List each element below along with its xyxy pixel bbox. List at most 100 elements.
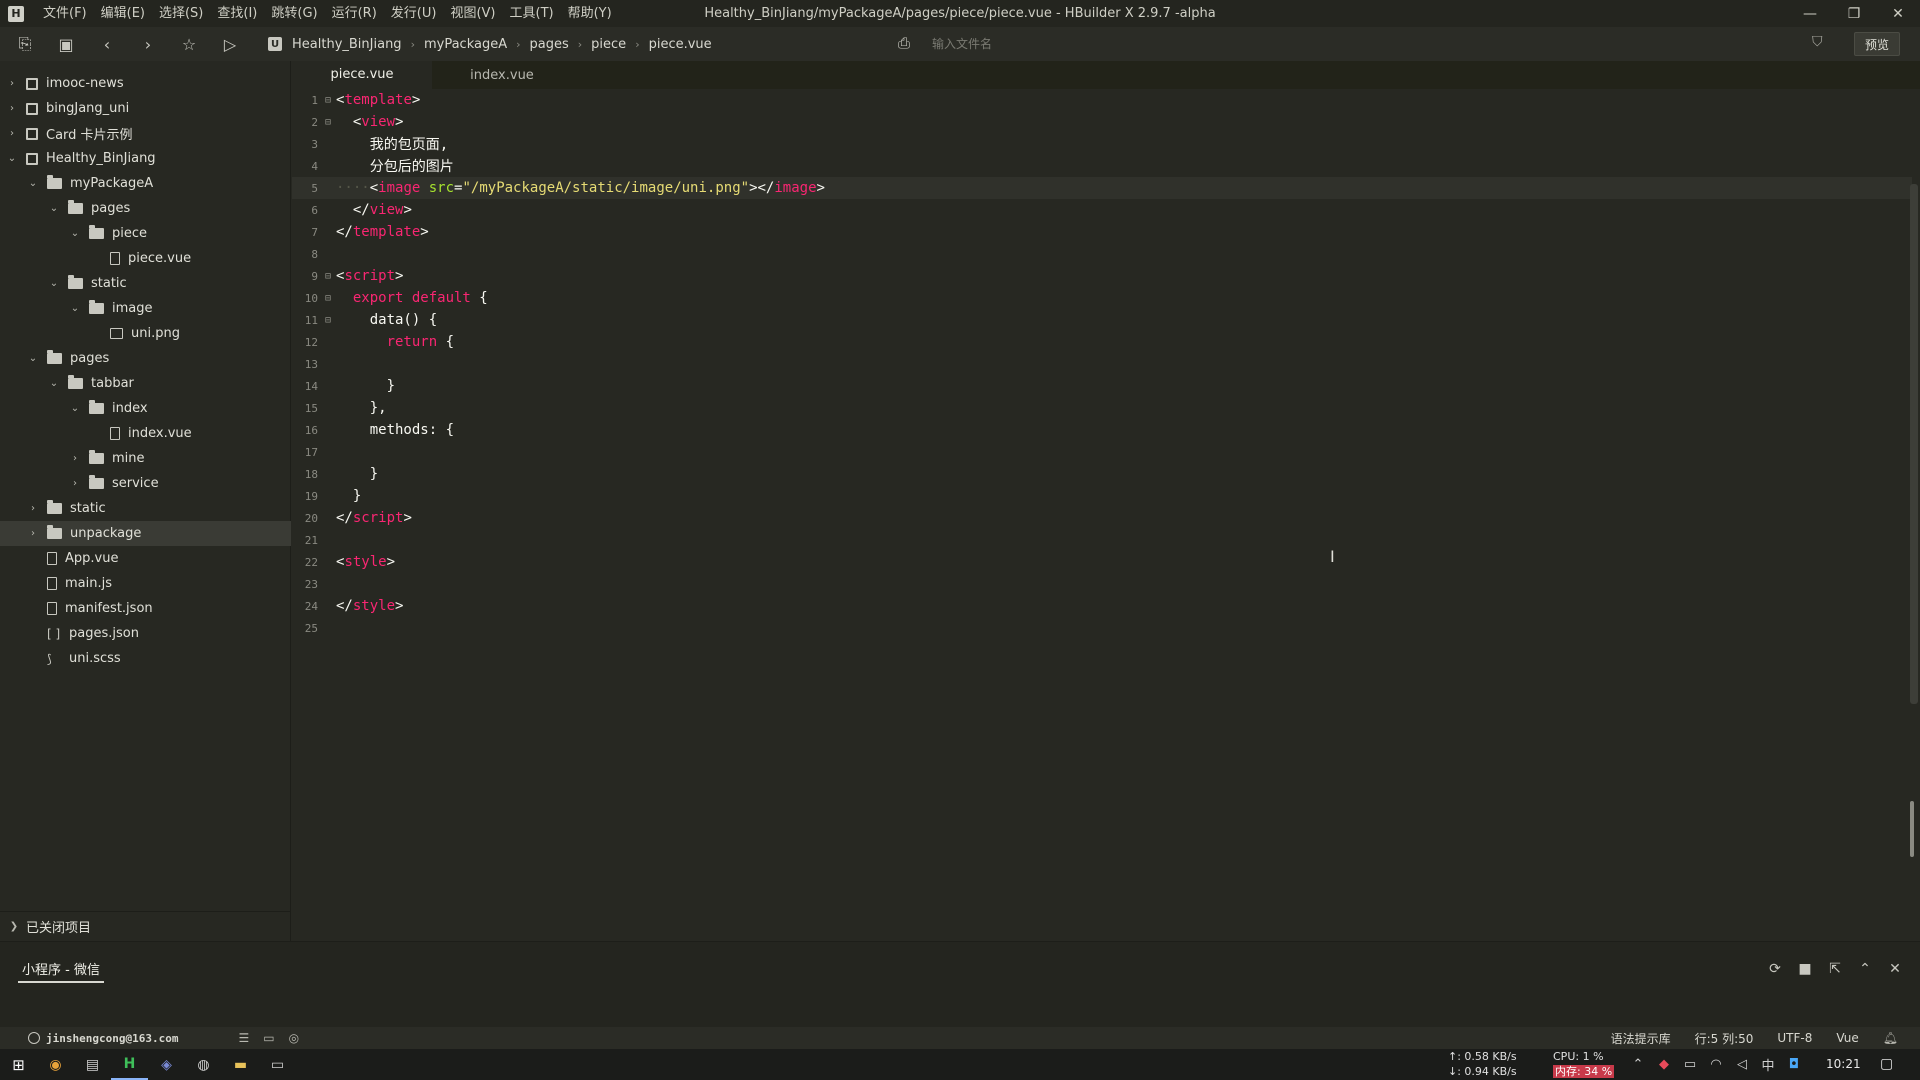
windows-start-icon[interactable]: ⊞ [0,1049,37,1080]
run-icon[interactable]: ▷ [214,30,246,58]
chevron-up-icon[interactable]: ⌃ [1625,1057,1651,1072]
minimize-button[interactable]: — [1788,0,1832,27]
chevron-right-icon[interactable]: › [6,103,18,114]
code-line[interactable]: 16 methods: { [292,419,1912,441]
menu-item[interactable]: 选择(S) [152,0,210,27]
new-file-icon[interactable]: ⎘ [9,30,41,58]
menu-item[interactable]: 跳转(G) [264,0,324,27]
ime-indicator[interactable]: 中 [1755,1055,1781,1074]
filter-icon[interactable]: ⛉ [1812,34,1823,50]
chevron-right-icon[interactable]: › [6,128,18,139]
back-icon[interactable]: ‹ [91,30,123,58]
chevron-down-icon[interactable]: ⌄ [69,403,81,414]
globe-icon[interactable]: ◎ [289,1031,299,1045]
app-tray-icon[interactable]: ◆ [1651,1057,1677,1072]
chevron-down-icon[interactable]: ⌄ [48,278,60,289]
file-search-input[interactable] [932,33,1232,55]
volume-icon[interactable]: ◁ [1729,1057,1755,1072]
code-line[interactable]: 5 ····<image src="/myPackageA/static/imag… [292,177,1912,199]
menu-item[interactable]: 工具(T) [503,0,561,27]
tree-item[interactable]: ⌄ myPackageA [0,171,291,196]
fold-toggle-icon[interactable]: ⊟ [320,293,336,304]
tree-item[interactable]: ⌄ piece [0,221,291,246]
editor-scrollbar[interactable] [1910,184,1918,704]
tree-item[interactable]: uni.png [0,321,291,346]
menu-item[interactable]: 帮助(Y) [561,0,619,27]
file-search-icon[interactable]: ⎙ [898,34,910,52]
code-line[interactable]: 4 分包后的图片 [292,155,1912,177]
menu-item[interactable]: 查找(I) [210,0,264,27]
screen-icon[interactable]: ▭ [259,1049,296,1080]
breadcrumb-item[interactable]: piece [591,37,626,52]
tree-item[interactable]: index.vue [0,421,291,446]
tree-item[interactable]: ⌄ pages [0,346,291,371]
tree-item[interactable]: main.js [0,571,291,596]
notification-icon[interactable]: ▢ [1880,1056,1893,1072]
code-line[interactable]: 14 } [292,375,1912,397]
tree-item[interactable]: ⌄ static [0,271,291,296]
qq-icon[interactable]: ◘ [1781,1057,1807,1072]
code-line[interactable]: 10 ⊟ export default { [292,287,1912,309]
code-line[interactable]: 7 </template> [292,221,1912,243]
language-selector[interactable]: Vue [1836,1031,1858,1045]
code-line[interactable]: 23 [292,573,1912,595]
tree-item[interactable]: manifest.json [0,596,291,621]
code-line[interactable]: 2 ⊟ <view> [292,111,1912,133]
code-line[interactable]: 19 } [292,485,1912,507]
account-icon[interactable] [28,1032,40,1044]
code-line[interactable]: 21 [292,529,1912,551]
chevron-down-icon[interactable]: ⌄ [69,228,81,239]
chrome-icon[interactable]: ◉ [37,1049,74,1080]
battery-icon[interactable]: ▭ [1677,1057,1703,1072]
chevron-right-icon[interactable]: › [69,453,81,464]
menu-item[interactable]: 文件(F) [36,0,94,27]
wechat-icon[interactable]: ◍ [185,1049,222,1080]
tree-item[interactable]: › unpackage [0,521,291,546]
tree-item[interactable]: › service [0,471,291,496]
chevron-up-icon[interactable]: ⌃ [1850,961,1880,977]
preview-button[interactable]: 预览 [1854,32,1900,56]
code-line[interactable]: 24 </style> [292,595,1912,617]
breadcrumb-item[interactable]: Healthy_BinJiang [292,37,402,52]
code-line[interactable]: 25 [292,617,1912,639]
clock[interactable]: 10:21 [1826,1049,1861,1080]
code-editor[interactable]: 1 ⊟ <template> 2 ⊟ <view> 3 我的包页面, 4 分包后的图片 5 ··… [292,89,1920,941]
bell-icon[interactable]: 🔔︎ [1883,1031,1898,1045]
chevron-down-icon[interactable]: ⌄ [48,378,60,389]
menu-item[interactable]: 编辑(E) [94,0,152,27]
fold-toggle-icon[interactable]: ⊟ [320,95,336,106]
hbuilder-task-icon[interactable]: H [111,1049,148,1080]
code-line[interactable]: 6 </view> [292,199,1912,221]
editor-tab[interactable]: index.vue [432,61,572,89]
minimap-scroll-indicator[interactable] [1910,801,1914,857]
code-line[interactable]: 18 } [292,463,1912,485]
chevron-down-icon[interactable]: ⌄ [27,353,39,364]
code-line[interactable]: 15 }, [292,397,1912,419]
chevron-down-icon[interactable]: ⌄ [27,178,39,189]
code-line[interactable]: 9 ⊟ <script> [292,265,1912,287]
tree-item[interactable]: › bingJang_uni [0,96,291,121]
close-panel-icon[interactable]: ✕ [1880,961,1910,977]
export-icon[interactable]: ⇱ [1820,961,1850,977]
wifi-icon[interactable]: ◠ [1703,1057,1729,1072]
chevron-down-icon[interactable]: ⌄ [6,153,18,164]
code-line[interactable]: 20 </script> [292,507,1912,529]
tree-item[interactable]: ⌄ Healthy_BinJiang [0,146,291,171]
tree-item[interactable]: [ ] pages.json [0,621,291,646]
fold-toggle-icon[interactable]: ⊟ [320,315,336,326]
menu-item[interactable]: 运行(R) [325,0,384,27]
code-line[interactable]: 3 我的包页面, [292,133,1912,155]
tree-item[interactable]: › static [0,496,291,521]
code-line[interactable]: 8 [292,243,1912,265]
code-line[interactable]: 22 <style> [292,551,1912,573]
tree-item[interactable]: ⌄ image [0,296,291,321]
tree-item[interactable]: ⌄ index [0,396,291,421]
closed-projects-section[interactable]: ❯ 已关闭项目 [0,911,291,941]
cursor-position[interactable]: 行:5 列:50 [1695,1030,1754,1047]
file-manager-icon[interactable]: ▤ [74,1049,111,1080]
menu-item[interactable]: 发行(U) [384,0,444,27]
chevron-right-icon[interactable]: › [6,78,18,89]
chevron-right-icon[interactable]: › [69,478,81,489]
close-button[interactable]: ✕ [1876,0,1920,27]
fold-toggle-icon[interactable]: ⊟ [320,271,336,282]
